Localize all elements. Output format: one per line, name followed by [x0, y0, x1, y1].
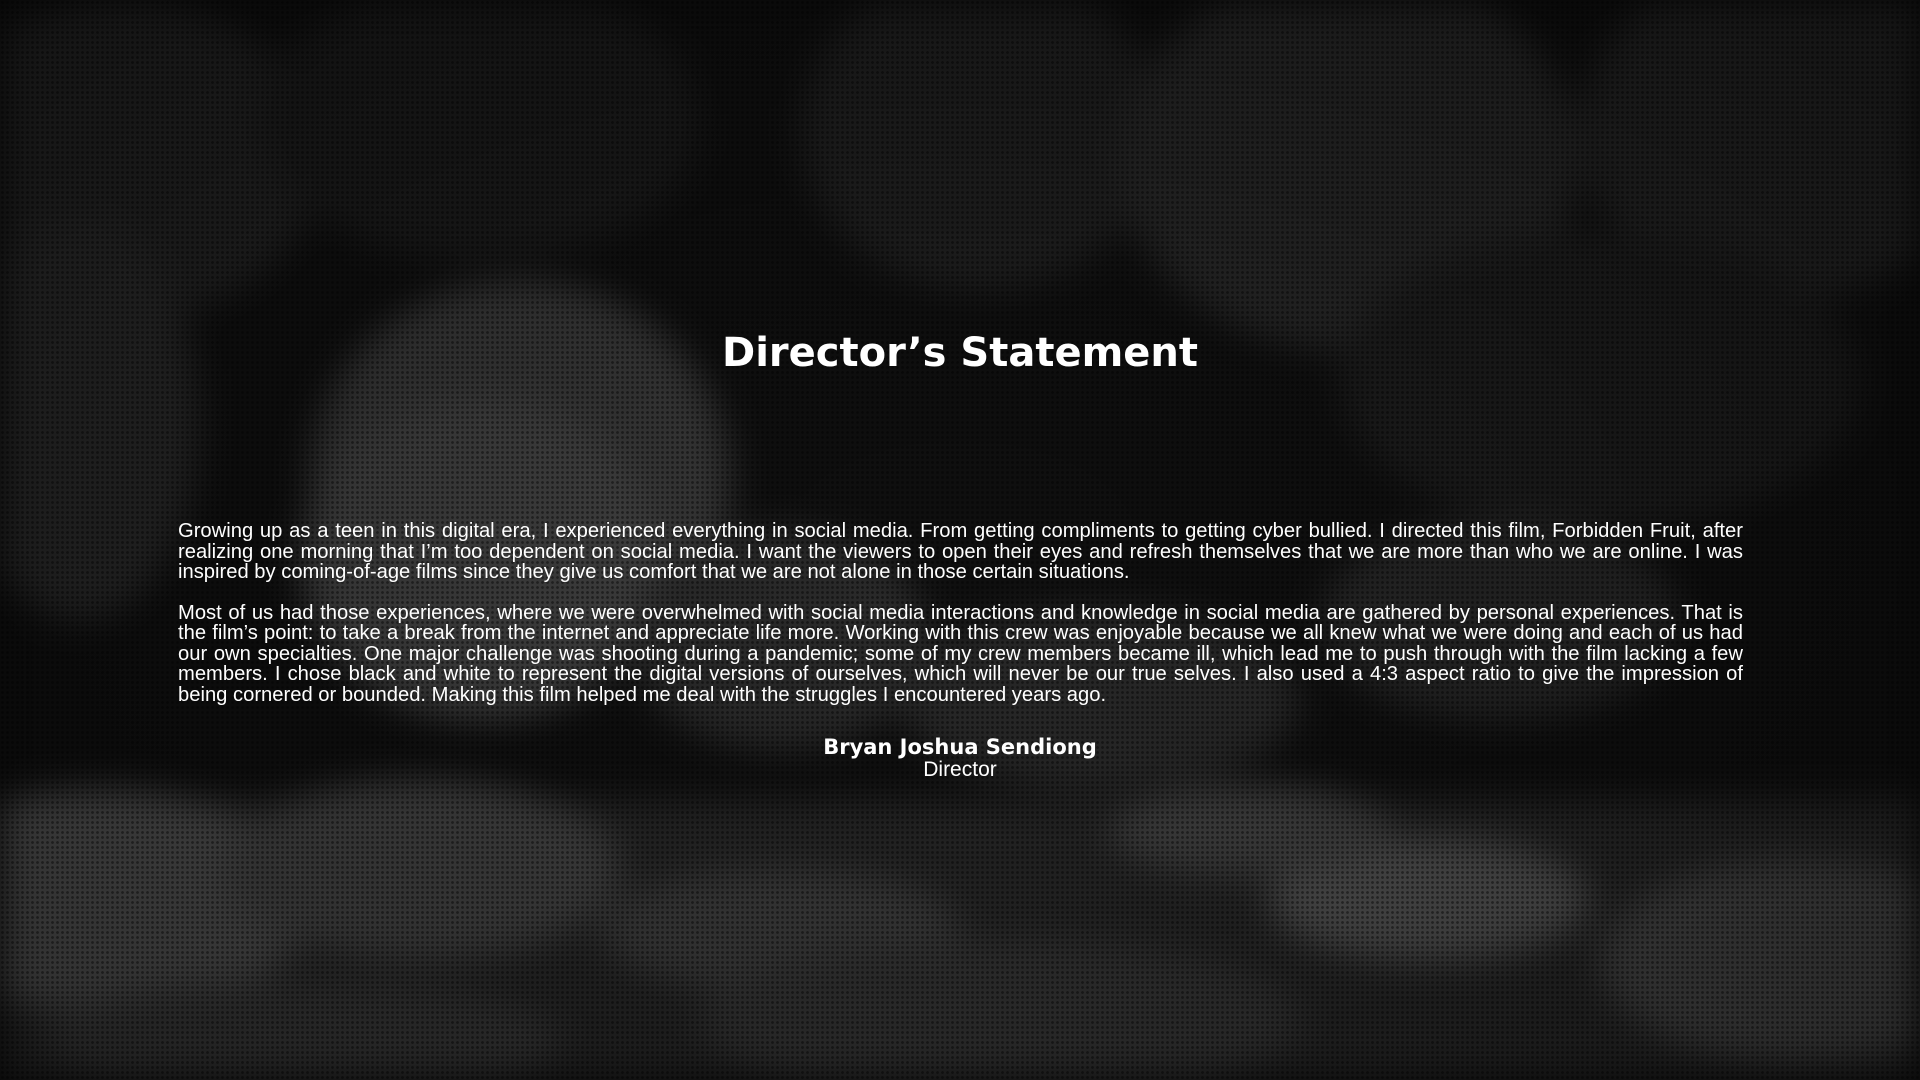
- statement-paragraph-1: Growing up as a teen in this digital era…: [178, 520, 1743, 583]
- director-role: Director: [923, 758, 997, 781]
- page-title: Director’s Statement: [722, 330, 1198, 376]
- signature-block: Bryan Joshua Sendiong Director: [0, 735, 1920, 781]
- statement-paragraph-2: Most of us had those experiences, where …: [178, 601, 1743, 706]
- statement-body: Growing up as a teen in this digital era…: [178, 521, 1743, 725]
- directors-statement-slide: Director’s Statement Growing up as a tee…: [0, 0, 1920, 1080]
- director-name: Bryan Joshua Sendiong: [823, 735, 1097, 759]
